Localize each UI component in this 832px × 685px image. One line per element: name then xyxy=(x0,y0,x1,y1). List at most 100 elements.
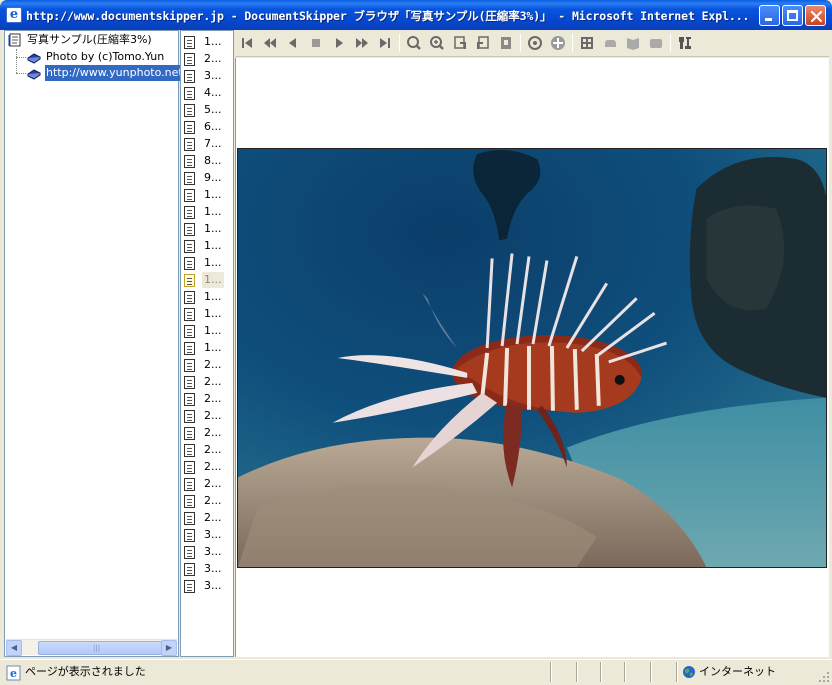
page-label: 2... xyxy=(204,494,222,507)
status-divider xyxy=(650,662,652,682)
document-viewer[interactable] xyxy=(235,58,829,657)
page-icon xyxy=(184,53,195,66)
ie-page-icon: e xyxy=(6,665,21,681)
page-label: 6... xyxy=(204,120,222,133)
toolbar xyxy=(235,30,829,57)
search-icon[interactable] xyxy=(526,34,544,52)
page-label: 1... xyxy=(204,256,222,269)
bookmark-icon[interactable] xyxy=(624,34,642,52)
page-label: 1... xyxy=(204,188,222,201)
page-label: 2... xyxy=(204,426,222,439)
page-icon xyxy=(184,427,195,440)
stop-icon[interactable] xyxy=(307,34,325,52)
page-icon xyxy=(184,393,195,406)
scroll-left-button[interactable]: ◀ xyxy=(6,640,22,656)
status-text: ページが表示されました xyxy=(25,665,146,678)
minimize-button[interactable] xyxy=(759,5,780,26)
page-label: 1... xyxy=(202,272,224,288)
next-chapter-icon[interactable] xyxy=(353,34,371,52)
status-divider xyxy=(550,662,552,682)
page-label: 2... xyxy=(204,392,222,405)
thumbnail-icon[interactable] xyxy=(578,34,596,52)
page-label: 2... xyxy=(204,477,222,490)
status-divider xyxy=(676,662,678,682)
page-label: 1... xyxy=(204,205,222,218)
rotate-right-icon[interactable] xyxy=(474,34,492,52)
page-icon xyxy=(184,121,195,134)
scroll-thumb[interactable] xyxy=(38,641,162,655)
page-icon xyxy=(184,172,195,185)
horizontal-scrollbar[interactable]: ◀ ▶ xyxy=(6,639,177,656)
page-label: 2... xyxy=(204,358,222,371)
page-label: 2... xyxy=(204,511,222,524)
status-divider xyxy=(576,662,578,682)
tree-item-label: Photo by (c)Tomo.Yun xyxy=(46,50,165,63)
page-icon xyxy=(184,291,195,304)
last-page-icon[interactable] xyxy=(376,34,394,52)
page-icon xyxy=(184,104,195,117)
page-label: 2... xyxy=(204,52,222,65)
close-button[interactable] xyxy=(805,5,826,26)
page-label: 8... xyxy=(204,154,222,167)
page-label: 1... xyxy=(204,307,222,320)
page-label: 1... xyxy=(204,239,222,252)
page-icon xyxy=(184,376,195,389)
toolbar-separator xyxy=(520,34,521,52)
page-icon xyxy=(184,155,195,168)
resize-grip-icon[interactable] xyxy=(818,671,830,683)
scroll-right-button[interactable]: ▶ xyxy=(161,640,177,656)
zoom-in-icon[interactable] xyxy=(428,34,446,52)
page-icon xyxy=(184,580,195,593)
page-icon xyxy=(184,359,195,372)
page-icon xyxy=(184,223,195,236)
next-page-icon[interactable] xyxy=(330,34,348,52)
page-label: 2... xyxy=(204,443,222,456)
hand-icon[interactable] xyxy=(601,34,619,52)
first-page-icon[interactable] xyxy=(238,34,256,52)
page-icon xyxy=(184,410,195,423)
page-label: 7... xyxy=(204,137,222,150)
page-label: 1... xyxy=(204,324,222,337)
zoom-out-icon[interactable] xyxy=(405,34,423,52)
security-zone-label: インターネット xyxy=(699,665,776,678)
page-label: 1... xyxy=(204,35,222,48)
prev-chapter-icon[interactable] xyxy=(261,34,279,52)
toolbar-separator xyxy=(399,34,400,52)
page-label: 2... xyxy=(204,409,222,422)
window-title: http://www.documentskipper.jp - Document… xyxy=(26,9,750,23)
page-label: 1... xyxy=(204,341,222,354)
page-label: 3... xyxy=(204,545,222,558)
prev-page-icon[interactable] xyxy=(284,34,302,52)
page-icon xyxy=(184,529,195,542)
app-icon[interactable]: e xyxy=(6,7,22,23)
page-icon xyxy=(184,87,195,100)
settings-icon[interactable] xyxy=(676,34,694,52)
toolbar-separator xyxy=(670,34,671,52)
svg-text:e: e xyxy=(10,667,17,680)
fit-icon[interactable] xyxy=(497,34,515,52)
status-bar: e ページが表示されました インターネット xyxy=(0,659,832,685)
tree-item-label: http://www.yunphoto.net xyxy=(45,65,184,81)
page-list[interactable]: 1... 2... 3... 4... 5... 6... 7... 8... 9... 1...… xyxy=(180,30,234,657)
document-icon xyxy=(8,33,22,47)
close-icon xyxy=(810,10,823,23)
page-label: 3... xyxy=(204,562,222,575)
add-icon[interactable] xyxy=(549,34,567,52)
page-icon xyxy=(184,70,195,83)
page-icon xyxy=(184,36,195,49)
bookmark-tree[interactable]: 写真サンプル(圧縮率3%) Photo by (c)Tomo.Yun http:… xyxy=(4,30,184,657)
page-icon xyxy=(184,206,195,219)
tree-connector xyxy=(16,49,17,73)
print-icon[interactable] xyxy=(647,34,665,52)
page-label: 4... xyxy=(204,86,222,99)
page-label: 1... xyxy=(204,222,222,235)
tree-connector xyxy=(16,57,26,58)
rotate-left-icon[interactable] xyxy=(451,34,469,52)
status-divider xyxy=(600,662,602,682)
title-bar[interactable]: e http://www.documentskipper.jp - Docume… xyxy=(0,0,832,30)
maximize-button[interactable] xyxy=(782,5,803,26)
status-divider xyxy=(624,662,626,682)
toolbar-separator xyxy=(572,34,573,52)
internet-zone-icon xyxy=(683,666,695,678)
page-label: 5... xyxy=(204,103,222,116)
